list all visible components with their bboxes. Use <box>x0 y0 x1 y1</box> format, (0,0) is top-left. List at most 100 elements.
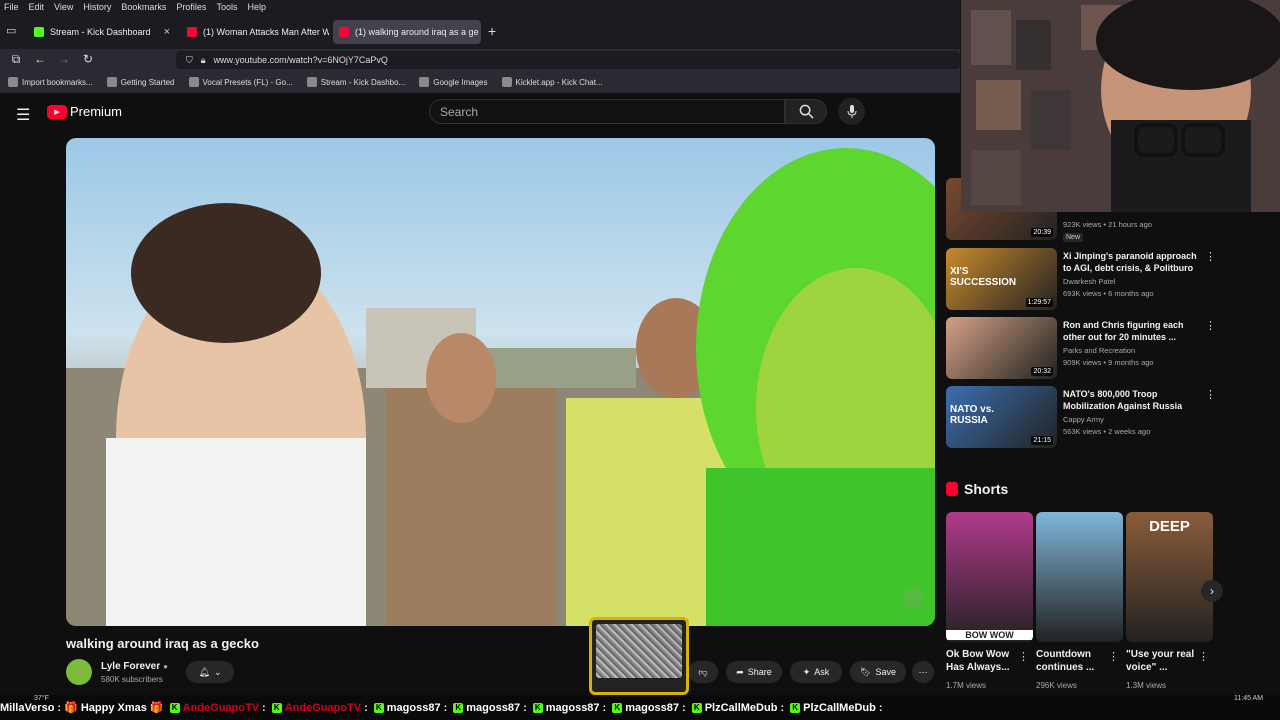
recommended-video[interactable]: NATO vs. RUSSIA 21:15 NATO's 800,000 Troop… <box>946 386 1216 448</box>
chat-ticker: MillaVerso: 🎁 Happy Xmas 🎁 K AndeGuapoTV: K A… <box>0 695 1280 720</box>
chat-separator: : <box>878 701 883 714</box>
rec-channel: Cappy Army <box>1063 415 1104 424</box>
chat-separator: : <box>523 701 527 714</box>
tab-label: (1) walking around iraq as a ge <box>355 27 479 37</box>
bookmark-item[interactable]: Kicklet.app - Kick Chat... <box>501 77 603 87</box>
chat-separator: : <box>780 701 785 714</box>
forward-button[interactable]: → <box>56 52 72 66</box>
short-thumb-text: BOW WOW <box>946 630 1033 640</box>
search-button[interactable] <box>785 99 827 124</box>
kick-icon: K <box>790 702 801 713</box>
short-title[interactable]: Countdown continues ... <box>1036 648 1116 674</box>
short-thumb-text: DEEP <box>1149 518 1190 535</box>
more-options-icon[interactable]: ⋮ <box>1205 250 1216 263</box>
tab-overview-icon[interactable]: ▭ <box>6 24 16 37</box>
short-views: 296K views <box>1036 681 1077 690</box>
short-thumbnail[interactable]: DEEP <box>1126 512 1213 642</box>
menu-history[interactable]: History <box>83 2 111 12</box>
chat-separator: : <box>682 701 686 714</box>
chat-message: K PlzCallMeDub: <box>790 701 883 714</box>
menu-edit[interactable]: Edit <box>29 2 45 12</box>
video-player[interactable] <box>66 138 935 626</box>
bookmark-icon <box>306 77 317 87</box>
video-thumbnail[interactable]: NATO vs. RUSSIA 21:15 <box>946 386 1057 448</box>
streamer-webcam <box>961 0 1280 212</box>
app-menu-bar: File Edit View History Bookmarks Profiles Tool… <box>0 0 960 14</box>
short-title[interactable]: Ok Bow Wow Has Always... <box>946 648 1026 674</box>
kick-icon: K <box>169 702 180 713</box>
more-options-icon[interactable]: ⋮ <box>1205 388 1216 401</box>
back-button[interactable]: ← <box>32 52 48 66</box>
video-thumbnail[interactable]: XI'S SUCCESSION 1:29:57 <box>946 248 1057 310</box>
sidebar-toggle-icon[interactable]: ⧉ <box>8 52 24 67</box>
chat-username: MillaVerso <box>0 701 55 714</box>
close-icon[interactable]: × <box>164 26 170 38</box>
channel-avatar[interactable] <box>66 659 92 685</box>
shorts-header: Shorts <box>946 481 1008 497</box>
menu-file[interactable]: File <box>4 2 19 12</box>
bookmarks-bar: Import bookmarks... Getting Started Vocal … <box>0 71 960 93</box>
channel-name-row[interactable]: Lyle Forever ● <box>101 661 168 672</box>
save-label: Save <box>875 667 896 677</box>
browser-tab[interactable]: (1) Woman Attacks Man After W× <box>181 20 329 44</box>
chat-separator: : <box>602 701 607 714</box>
bookmark-item[interactable]: Vocal Presets (FL) - Go... <box>188 77 293 87</box>
search-input[interactable]: Search <box>429 99 785 124</box>
more-options-icon[interactable]: ⋮ <box>1198 650 1209 663</box>
recommended-video[interactable]: 20:32 Ron and Chris figuring each other o… <box>946 317 1216 379</box>
recommended-video[interactable]: XI'S SUCCESSION 1:29:57 Xi Jinping's paran… <box>946 248 1216 310</box>
short-title[interactable]: "Use your real voice" ... <box>1126 648 1206 674</box>
youtube-logo[interactable]: ▶ Premium <box>47 104 122 119</box>
notification-bell-button[interactable]: 🔔︎ ⌄ <box>186 661 234 683</box>
new-tab-button[interactable]: + <box>488 23 496 39</box>
menu-profiles[interactable]: Profiles <box>176 2 206 12</box>
system-clock: 11:45 AM <box>1234 695 1264 702</box>
menu-tools[interactable]: Tools <box>216 2 237 12</box>
chat-message: K PlzCallMeDub: <box>691 701 785 714</box>
dislike-button[interactable]: 👎︎ <box>688 661 718 683</box>
youtube-icon <box>339 27 349 37</box>
address-bar[interactable]: ⛉ 🔒︎ www.youtube.com/watch?v=6NOjY7CaPvQ <box>176 51 960 69</box>
bookmark-item[interactable]: Google Images <box>419 77 488 87</box>
short-views: 1.7M views <box>946 681 987 690</box>
reload-button[interactable]: ↻ <box>80 52 96 66</box>
menu-view[interactable]: View <box>54 2 73 12</box>
voice-search-button[interactable] <box>838 98 865 125</box>
rec-title: NATO's 800,000 Troop Mobilization Agains… <box>1063 389 1183 411</box>
chat-username: magoss87 <box>386 701 441 714</box>
tv-static-screen <box>596 624 682 678</box>
more-options-icon[interactable]: ⋮ <box>1108 650 1119 663</box>
share-button[interactable]: ➦ Share <box>726 661 782 683</box>
kick-icon: K <box>271 702 282 713</box>
bookmark-item[interactable]: Import bookmarks... <box>8 77 93 87</box>
youtube-icon <box>187 27 197 37</box>
menu-bookmarks[interactable]: Bookmarks <box>121 2 166 12</box>
more-actions-button[interactable]: ⋯ <box>912 661 934 683</box>
more-options-icon[interactable]: ⋮ <box>1018 650 1029 663</box>
browser-tab[interactable]: Stream - Kick Dashboard × <box>28 20 176 44</box>
rec-channel: Parks and Recreation <box>1063 346 1136 355</box>
youtube-play-icon: ▶ <box>47 104 67 119</box>
bookmark-label: Getting Started <box>120 77 175 87</box>
thumbs-down-icon: 👎︎ <box>698 666 708 677</box>
ask-button[interactable]: ✦ Ask <box>790 661 842 683</box>
chat-username: magoss87 <box>466 701 521 714</box>
rec-meta: 923K views • 21 hours ago <box>1063 220 1152 229</box>
tab-label: (1) Woman Attacks Man After W <box>203 27 329 37</box>
more-options-icon[interactable]: ⋮ <box>1205 319 1216 332</box>
more-icon: ⋯ <box>918 666 928 677</box>
menu-help[interactable]: Help <box>247 2 266 12</box>
duration-badge: 1:29:57 <box>1025 298 1053 307</box>
microphone-icon <box>847 104 856 118</box>
menu-icon[interactable]: ☰ <box>16 105 30 125</box>
shorts-next-button[interactable]: › <box>1201 580 1223 602</box>
short-thumbnail[interactable] <box>1036 512 1123 642</box>
save-button[interactable]: 🔖︎ Save <box>850 661 906 683</box>
browser-tab[interactable]: (1) walking around iraq as a ge× <box>333 20 481 44</box>
bookmark-item[interactable]: Getting Started <box>106 77 175 87</box>
youtube-header: ☰ ▶ Premium Search <box>0 93 960 135</box>
bookmark-item[interactable]: Stream - Kick Dashbo... <box>306 77 405 87</box>
short-thumbnail[interactable]: BOW WOW <box>946 512 1033 642</box>
video-thumbnail[interactable]: 20:32 <box>946 317 1057 379</box>
shield-icon: ⛉ <box>186 54 193 65</box>
